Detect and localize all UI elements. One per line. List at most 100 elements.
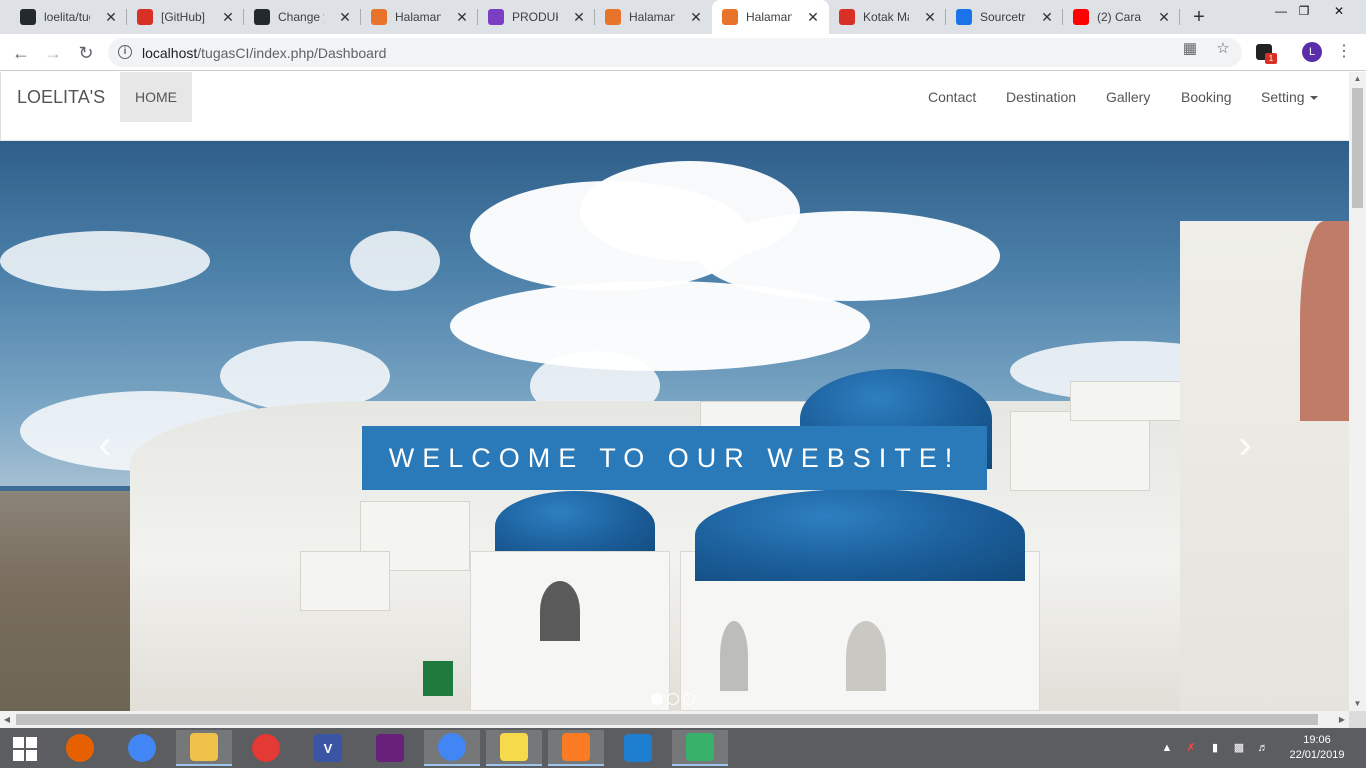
firefox-icon [66, 734, 94, 762]
scroll-up-icon[interactable]: ▲ [1349, 72, 1366, 86]
close-tab-icon[interactable]: ✕ [103, 9, 119, 25]
profile-avatar[interactable]: L [1302, 42, 1322, 62]
close-tab-icon[interactable]: ✕ [220, 9, 236, 25]
new-tab-button[interactable]: + [1188, 6, 1210, 28]
volume-icon[interactable]: ♬ [1254, 728, 1272, 768]
close-tab-icon[interactable]: ✕ [805, 9, 821, 25]
taskbar-app-button[interactable] [176, 730, 232, 766]
tab-title: Halaman [629, 10, 675, 24]
tab-separator [1179, 9, 1180, 25]
bookmark-star-icon[interactable]: ☆ [1214, 40, 1232, 58]
close-tab-icon[interactable]: ✕ [1039, 9, 1055, 25]
carousel-next-icon[interactable]: › [1230, 425, 1260, 465]
browser-tab[interactable]: Change your ✕ [244, 0, 361, 34]
nav-contact[interactable]: Contact [928, 89, 976, 105]
site-brand[interactable]: LOELITA'S [17, 87, 105, 108]
close-window-button[interactable]: ✕ [1316, 0, 1362, 24]
scrollbar-corner [1349, 711, 1366, 728]
extension-badge: 1 [1265, 53, 1277, 64]
cloud-image-part [350, 231, 440, 291]
tower-image-part [1300, 221, 1349, 421]
nav-gallery[interactable]: Gallery [1106, 89, 1150, 105]
cloud-image-part [0, 231, 210, 291]
site-info-icon[interactable]: i [118, 45, 132, 59]
reload-icon[interactable]: ↻ [73, 40, 99, 66]
chrome-icon [128, 734, 156, 762]
arch-image-part [540, 581, 580, 641]
browser-tab[interactable]: PRODUKTIF ✕ [478, 0, 595, 34]
vertical-scroll-thumb[interactable] [1352, 88, 1363, 208]
close-tab-icon[interactable]: ✕ [337, 9, 353, 25]
carousel-indicator-dot[interactable] [667, 693, 679, 705]
nav-setting-dropdown[interactable]: Setting [1261, 89, 1318, 105]
url-text[interactable]: localhost/tugasCI/index.php/Dashboard [142, 45, 386, 61]
network-error-icon[interactable]: ✗ [1182, 728, 1200, 768]
clock-time: 19:06 [1303, 734, 1331, 746]
browser-tab[interactable]: Halaman ✕ [712, 0, 829, 34]
user-icon [488, 9, 504, 25]
carousel-prev-icon[interactable]: ‹ [90, 425, 120, 465]
vertical-scrollbar[interactable]: ▲ ▼ [1349, 72, 1366, 711]
xampp-icon [605, 9, 621, 25]
taskbar-app-button[interactable] [52, 730, 108, 766]
browser-tab[interactable]: [GitHub] Please ✕ [127, 0, 244, 34]
house-image-part [1070, 381, 1190, 421]
extension-icon[interactable]: 1 [1256, 44, 1277, 64]
site-navbar: LOELITA'S HOME Contact Destination Galle… [0, 72, 1349, 141]
close-tab-icon[interactable]: ✕ [454, 9, 470, 25]
chrome-icon [438, 733, 466, 761]
close-tab-icon[interactable]: ✕ [571, 9, 587, 25]
taskbar-app-button[interactable] [362, 730, 418, 766]
xampp-icon [562, 733, 590, 761]
forward-arrow-icon[interactable]: → [40, 40, 66, 66]
taskbar-app-button[interactable]: V [300, 730, 356, 766]
house-image-part [1010, 411, 1150, 491]
browser-tab[interactable]: Halaman ✕ [595, 0, 712, 34]
address-bar[interactable]: i localhost/tugasCI/index.php/Dashboard [108, 38, 1242, 67]
signal-icon[interactable]: ▩ [1230, 728, 1248, 768]
browser-tab[interactable]: Sourcetree ✕ [946, 0, 1063, 34]
horizontal-scrollbar[interactable]: ◀ ▶ [0, 711, 1349, 728]
scroll-right-icon[interactable]: ▶ [1335, 711, 1349, 728]
browser-tab[interactable]: Halaman ✕ [361, 0, 478, 34]
tab-title: PRODUKTIF [512, 10, 558, 24]
close-tab-icon[interactable]: ✕ [688, 9, 704, 25]
browser-tab[interactable]: Kotak Masuk ✕ [829, 0, 946, 34]
house-image-part [300, 551, 390, 611]
clock-date: 22/01/2019 [1289, 749, 1345, 761]
taskbar-app-button[interactable] [424, 730, 480, 766]
close-tab-icon[interactable]: ✕ [922, 9, 938, 25]
nav-booking[interactable]: Booking [1181, 89, 1232, 105]
visio-icon: V [314, 734, 342, 762]
cloud-image-part [450, 281, 870, 371]
scroll-left-icon[interactable]: ◀ [0, 711, 14, 728]
xampp-icon [722, 9, 738, 25]
taskbar-app-button[interactable] [672, 730, 728, 766]
tab-title: Change your [278, 10, 324, 24]
close-tab-icon[interactable]: ✕ [1156, 9, 1172, 25]
browser-menu-icon[interactable]: ⋮ [1336, 40, 1352, 64]
horizontal-scroll-thumb[interactable] [16, 714, 1318, 725]
nav-destination[interactable]: Destination [1006, 89, 1076, 105]
tray-chevron-icon[interactable]: ▲ [1160, 728, 1174, 768]
hero-caption: WELCOME TO OUR WEBSITE! [362, 426, 987, 490]
nav-home[interactable]: HOME [120, 72, 192, 122]
scroll-down-icon[interactable]: ▼ [1349, 697, 1366, 711]
browser-tab-strip: loelita/tugasCI✕[GitHub] Please✕Change y… [0, 0, 1366, 34]
carousel-indicator-dot[interactable] [683, 693, 695, 705]
browser-tab[interactable]: loelita/tugasCI ✕ [10, 0, 127, 34]
carousel-indicator-dot[interactable] [651, 693, 663, 705]
taskbar-app-button[interactable] [238, 730, 294, 766]
windows-start-button[interactable] [0, 728, 50, 768]
tab-title: Sourcetree [980, 10, 1026, 24]
translate-icon[interactable]: ▦ [1181, 40, 1199, 58]
taskbar-app-button[interactable] [610, 730, 666, 766]
taskbar-app-button[interactable] [548, 730, 604, 766]
battery-icon[interactable]: ▮ [1206, 728, 1224, 768]
back-arrow-icon[interactable]: ← [8, 40, 34, 66]
gmail-icon [137, 9, 153, 25]
browser-tab[interactable]: (2) Cara Upload ✕ [1063, 0, 1180, 34]
taskbar-app-button[interactable] [486, 730, 542, 766]
system-clock[interactable]: 19:06 22/01/2019 [1282, 733, 1352, 763]
taskbar-app-button[interactable] [114, 730, 170, 766]
